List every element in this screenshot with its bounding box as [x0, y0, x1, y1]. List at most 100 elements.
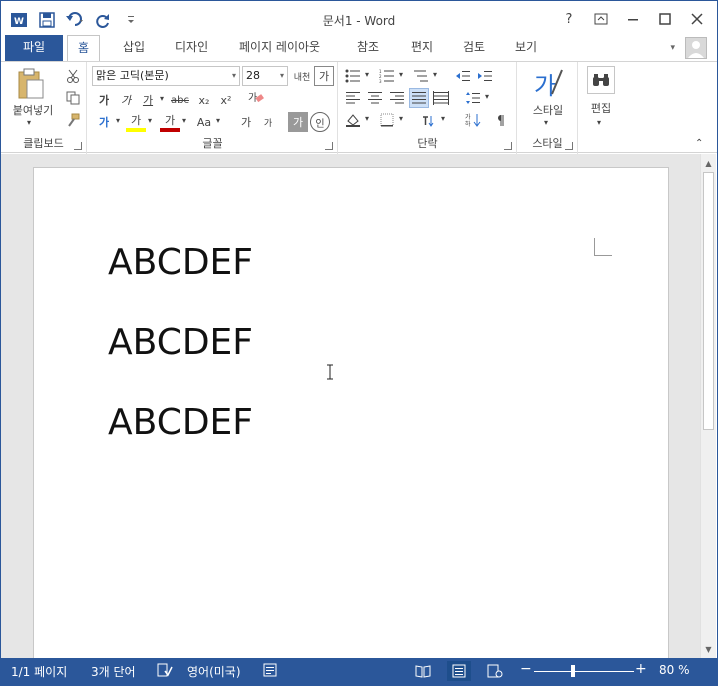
tab-references[interactable]: 참조	[347, 35, 389, 61]
line-spacing-icon[interactable]	[463, 88, 483, 108]
change-case-dropdown-icon[interactable]: ▾	[216, 116, 220, 125]
underline-button[interactable]: 가	[138, 90, 158, 110]
font-color-button[interactable]: 가	[160, 112, 180, 132]
collapse-ribbon-icon[interactable]: ⌃	[695, 138, 703, 149]
tab-review[interactable]: 검토	[453, 35, 495, 61]
character-shading-button[interactable]: 가	[288, 112, 308, 132]
vertical-scrollbar[interactable]: ▲ ▼	[700, 154, 716, 658]
text-effects-button[interactable]: 가	[94, 112, 114, 132]
borders-dropdown-icon[interactable]: ▾	[399, 114, 403, 123]
tab-file[interactable]: 파일	[5, 35, 63, 61]
scroll-up-icon[interactable]: ▲	[701, 156, 716, 170]
styles-dialog-launcher[interactable]	[565, 142, 573, 150]
group-editing: 편집 ▾	[579, 62, 623, 154]
help-button[interactable]: ?	[555, 7, 583, 31]
print-layout-icon[interactable]	[447, 661, 471, 681]
align-left-icon[interactable]	[343, 88, 363, 108]
scroll-down-icon[interactable]: ▼	[701, 642, 716, 656]
language-indicator[interactable]: 영어(미국)	[187, 663, 241, 680]
italic-button[interactable]: 가	[116, 90, 136, 110]
line-spacing-dropdown-icon[interactable]: ▾	[485, 92, 489, 101]
ribbon-display-options-button[interactable]	[587, 7, 615, 31]
underline-dropdown-icon[interactable]: ▾	[160, 94, 164, 103]
hangul-hanja-button[interactable]: 가	[314, 66, 334, 86]
close-button[interactable]	[683, 7, 711, 31]
increase-indent-icon[interactable]	[475, 66, 495, 86]
multilevel-list-icon[interactable]	[411, 66, 431, 86]
tab-mailings[interactable]: 편지	[401, 35, 443, 61]
justify-icon[interactable]	[409, 88, 429, 108]
font-dialog-launcher[interactable]	[325, 142, 333, 150]
shading-dropdown-icon[interactable]: ▾	[365, 114, 369, 123]
word-count[interactable]: 3개 단어	[91, 663, 136, 680]
decrease-indent-icon[interactable]	[453, 66, 473, 86]
zoom-slider-track[interactable]	[534, 671, 634, 672]
minimize-button[interactable]	[619, 7, 647, 31]
text-effects-dropdown-icon[interactable]: ▾	[116, 116, 120, 125]
strikethrough-button[interactable]: abc	[170, 90, 190, 110]
text-direction-dropdown-icon[interactable]: ▾	[441, 114, 445, 123]
proofing-icon[interactable]	[157, 663, 173, 680]
document-line-1[interactable]: ABCDEF	[108, 242, 253, 283]
paste-button[interactable]: 붙여넣기 ▾	[13, 66, 53, 127]
page-count[interactable]: 1/1 페이지	[11, 663, 67, 680]
bullets-icon[interactable]	[343, 66, 363, 86]
zoom-in-button[interactable]: +	[635, 661, 647, 677]
font-color-dropdown-icon[interactable]: ▾	[182, 116, 186, 125]
paragraph-dialog-launcher[interactable]	[504, 142, 512, 150]
clear-formatting-icon[interactable]: 가	[246, 88, 266, 108]
align-center-icon[interactable]	[365, 88, 385, 108]
editing-button[interactable]: 편집 ▾	[583, 66, 619, 130]
asian-layout-button[interactable]: 내천	[292, 66, 312, 86]
borders-icon[interactable]	[377, 110, 397, 130]
enclose-characters-button[interactable]: 인	[310, 112, 330, 132]
account-dropdown-icon[interactable]: ▾	[670, 43, 675, 53]
shrink-font-button[interactable]: 가	[258, 112, 278, 132]
show-hide-marks-icon[interactable]	[489, 110, 509, 130]
superscript-button[interactable]: x²	[216, 90, 236, 110]
tab-home[interactable]: 홈	[67, 35, 101, 62]
maximize-button[interactable]	[651, 7, 679, 31]
read-mode-icon[interactable]	[411, 661, 435, 681]
copy-icon[interactable]	[63, 88, 83, 108]
document-page[interactable]: ABCDEF ABCDEF ABCDEF	[33, 167, 669, 658]
tab-view[interactable]: 보기	[505, 35, 547, 61]
styles-button[interactable]: 가 스타일 ▾	[526, 66, 570, 130]
multilevel-list-dropdown-icon[interactable]: ▾	[433, 70, 437, 79]
zoom-out-button[interactable]: −	[520, 661, 532, 677]
web-layout-icon[interactable]	[483, 661, 507, 681]
paste-icon	[18, 68, 44, 99]
account-avatar[interactable]	[685, 37, 707, 59]
highlight-dropdown-icon[interactable]: ▾	[148, 116, 152, 125]
bullets-dropdown-icon[interactable]: ▾	[365, 70, 369, 79]
numbering-dropdown-icon[interactable]: ▾	[399, 70, 403, 79]
subscript-button[interactable]: x₂	[194, 90, 214, 110]
grow-font-button[interactable]: 가	[236, 112, 256, 132]
clipboard-dialog-launcher[interactable]	[74, 142, 82, 150]
highlight-button[interactable]: 가	[126, 112, 146, 132]
font-size-combo[interactable]: 28 ▾	[242, 66, 288, 86]
distributed-icon[interactable]	[431, 88, 451, 108]
shading-icon[interactable]	[343, 110, 363, 130]
document-line-3[interactable]: ABCDEF	[108, 402, 253, 443]
document-line-2[interactable]: ABCDEF	[108, 322, 253, 363]
scroll-thumb[interactable]	[703, 172, 714, 430]
tab-page-layout[interactable]: 페이지 레이아웃	[229, 35, 330, 61]
text-direction-icon[interactable]	[419, 110, 439, 130]
zoom-slider-thumb[interactable]	[571, 665, 575, 677]
format-painter-icon[interactable]	[63, 110, 83, 130]
styles-icon: 가	[534, 66, 564, 100]
tab-insert[interactable]: 삽입	[113, 35, 155, 61]
macro-recording-icon[interactable]	[263, 663, 277, 680]
change-case-button[interactable]: Aa	[194, 112, 214, 132]
bold-button[interactable]: 가	[94, 90, 114, 110]
font-size-dropdown-icon[interactable]: ▾	[280, 67, 284, 85]
align-right-icon[interactable]	[387, 88, 407, 108]
zoom-level[interactable]: 80 %	[659, 663, 690, 677]
numbering-icon[interactable]: 123	[377, 66, 397, 86]
cut-icon[interactable]	[63, 66, 83, 86]
sort-icon[interactable]: 가하	[463, 110, 483, 130]
tab-design[interactable]: 디자인	[165, 35, 218, 61]
font-name-combo[interactable]: 맑은 고딕(본문) ▾	[92, 66, 240, 86]
font-name-dropdown-icon[interactable]: ▾	[232, 67, 236, 85]
